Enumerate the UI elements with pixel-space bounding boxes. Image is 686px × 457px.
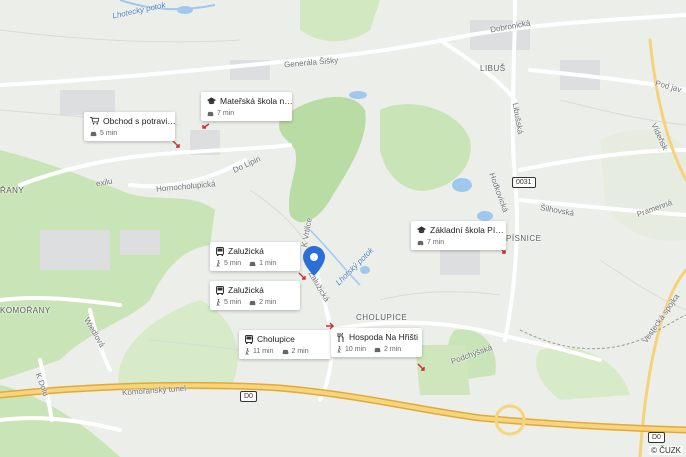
poi-drive-time: 7 min: [427, 239, 445, 246]
car-icon: [249, 300, 256, 305]
poi-drive-time: 2 min: [291, 348, 309, 355]
restaurant-icon: [337, 332, 344, 342]
poi-walk-time: 10 min: [345, 346, 367, 353]
poi-drive-time: 2 min: [259, 299, 277, 306]
poi-card-hospoda[interactable]: Hospoda Na Hřišti 10 min 2 min: [331, 328, 422, 357]
road-shield-d0-east: D0: [648, 432, 665, 443]
road-shield-d0: D0: [240, 391, 257, 402]
poi-card-zaluzicka-1[interactable]: Zalužická 5 min 1 min: [210, 242, 300, 271]
poi-name: Mateřská škola n…: [220, 96, 293, 106]
map-attribution: © ČUZK: [649, 446, 683, 455]
walk-icon: [216, 260, 221, 267]
poi-card-obchod[interactable]: Obchod s potravi… 5 min: [84, 112, 176, 141]
poi-card-cholupice[interactable]: Cholupice 11 min 2 min: [239, 330, 331, 359]
map-canvas[interactable]: LIBUŠ PÍSNICE CHOLUPICE KOMOŘANY ŘANY Ge…: [0, 0, 686, 457]
poi-name: Cholupice: [257, 334, 295, 344]
poi-drive-time: 5 min: [100, 130, 118, 137]
poi-drive-time: 2 min: [384, 346, 402, 353]
poi-drive-time: 1 min: [259, 260, 277, 267]
car-icon: [282, 349, 288, 354]
school-icon: [417, 226, 426, 234]
car-icon: [249, 261, 256, 266]
poi-name: Hospoda Na Hřišti: [349, 332, 418, 342]
poi-drive-time: 7 min: [217, 110, 235, 117]
road-shield-0031: 0031: [512, 177, 536, 188]
school-icon: [207, 97, 216, 105]
shop-icon: [90, 117, 99, 125]
bus-icon: [216, 246, 224, 256]
poi-walk-time: 11 min: [253, 348, 274, 355]
poi-name: Zalužická: [228, 246, 264, 256]
walk-icon: [337, 346, 342, 353]
bus-icon: [216, 285, 224, 295]
poi-name: Základní škola Pí…: [430, 225, 504, 235]
walk-icon: [216, 299, 221, 306]
poi-name: Obchod s potravi…: [103, 116, 176, 126]
poi-name: Zalužická: [228, 285, 264, 295]
poi-card-zaluzicka-2[interactable]: Zalužická 5 min 2 min: [210, 281, 300, 310]
arrow-icon: [417, 363, 425, 371]
car-icon: [417, 240, 424, 245]
arrow-icon: [172, 140, 180, 148]
arrow-icon: [202, 123, 210, 129]
map-base-layer: [0, 0, 686, 457]
poi-card-materska-skola[interactable]: Mateřská škola n… 7 min: [201, 92, 293, 121]
car-icon: [207, 111, 214, 116]
car-icon: [374, 347, 381, 352]
poi-walk-time: 5 min: [224, 299, 242, 306]
walk-icon: [245, 348, 250, 355]
poi-walk-time: 5 min: [224, 260, 242, 267]
bus-icon: [245, 334, 253, 344]
car-icon: [90, 131, 97, 136]
poi-card-zakladni-skola[interactable]: Základní škola Pí… 7 min: [411, 221, 506, 250]
location-pin-icon[interactable]: [303, 246, 325, 276]
